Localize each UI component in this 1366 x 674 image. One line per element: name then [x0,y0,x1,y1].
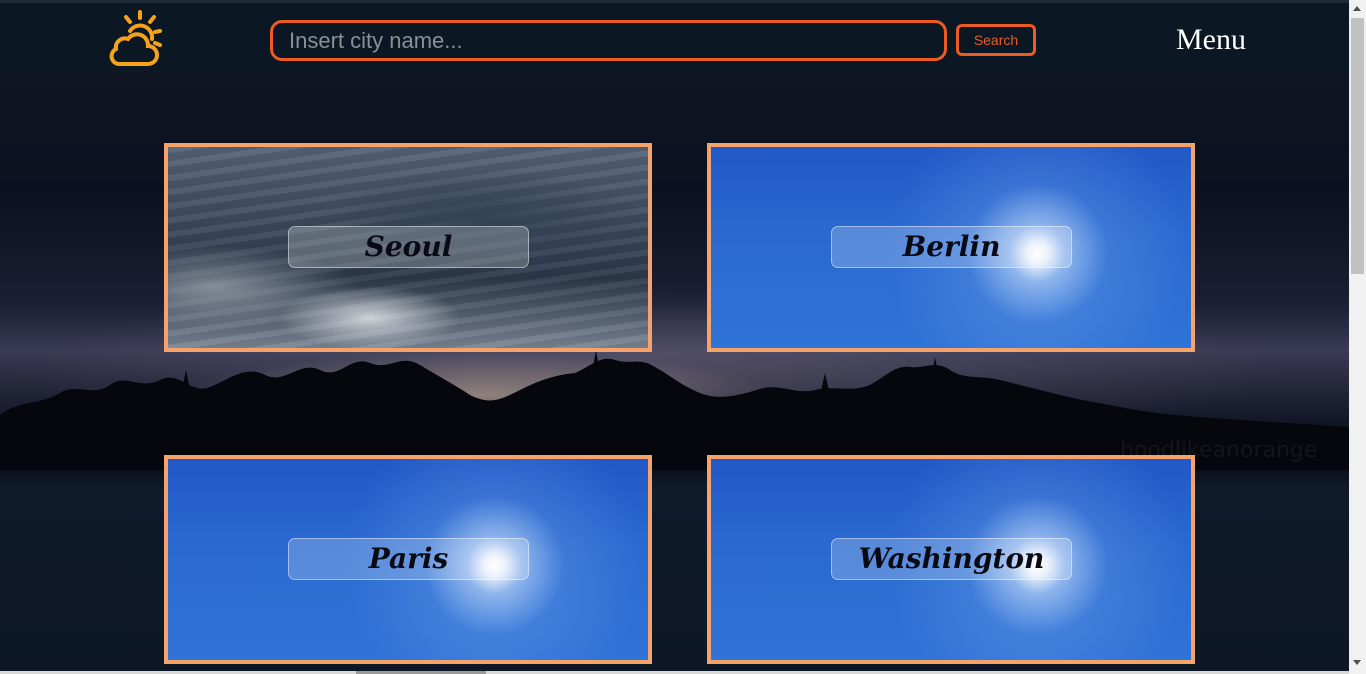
city-card-seoul[interactable]: Seoul [164,143,652,352]
page-background: hoodlikeanorange Search Menu Seoul Berli… [0,0,1349,674]
scroll-up-arrow-icon[interactable] [1353,6,1361,11]
city-name-label: Washington [831,538,1072,580]
scroll-down-arrow-icon[interactable] [1353,660,1361,665]
city-name-label: Berlin [831,226,1072,268]
search-button[interactable]: Search [956,24,1036,56]
vertical-scrollbar[interactable] [1349,0,1366,674]
city-name-label: Paris [288,538,529,580]
city-card-berlin[interactable]: Berlin [707,143,1195,352]
sun-cloud-icon[interactable] [104,9,166,69]
city-card-washington[interactable]: Washington [707,455,1195,664]
vertical-scrollbar-thumb[interactable] [1351,18,1364,274]
city-search-input[interactable] [270,20,947,61]
city-card-paris[interactable]: Paris [164,455,652,664]
city-name-label: Seoul [288,226,529,268]
menu-button[interactable]: Menu [1176,22,1246,58]
top-navigation-bar: Search Menu [0,0,1349,71]
